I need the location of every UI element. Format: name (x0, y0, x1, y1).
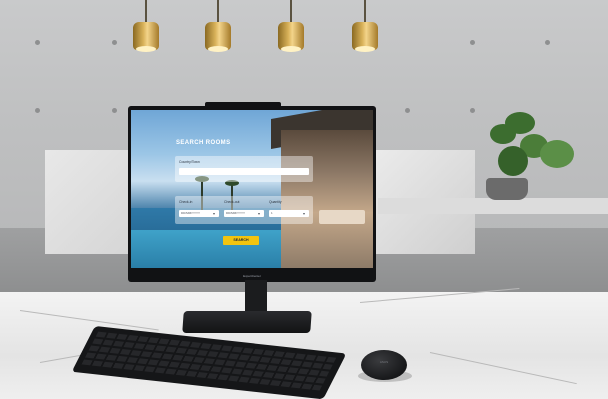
dates-panel: Check-in DD/MM/YYYY Check-out DD/MM/YYYY… (175, 196, 313, 224)
wall-bolt (545, 40, 550, 45)
checkout-label: Check-out (224, 200, 240, 204)
destination-input[interactable] (179, 168, 309, 175)
chevron-down-icon (213, 212, 215, 215)
search-rooms-title: SEARCH ROOMS (176, 140, 231, 146)
search-button[interactable]: SEARCH (223, 236, 259, 245)
monitor-stand-base (182, 311, 312, 333)
wall-bolt (35, 40, 40, 45)
wall-bolt (470, 108, 475, 113)
checkout-input[interactable]: DD/MM/YYYY (224, 210, 264, 217)
quantity-select[interactable]: 1 (269, 210, 309, 217)
villa-bed (319, 210, 365, 224)
wall-bolt (405, 108, 410, 113)
wall-bolt (112, 108, 117, 113)
wall-bolt (35, 108, 40, 113)
destination-label: Country/Town (179, 160, 200, 164)
quantity-label: Quantity (269, 200, 282, 204)
chevron-down-icon (258, 212, 260, 215)
back-shelf (378, 198, 608, 214)
wireless-mouse (361, 350, 407, 380)
monitor-screen: SEARCH ROOMS Country/Town Check-in DD/MM… (131, 110, 373, 268)
checkin-input[interactable]: DD/MM/YYYY (179, 210, 219, 217)
mouse-brand-logo: ASUS (379, 360, 389, 364)
desk-scene-photo: ExpertCenter SEARCH ROOMS Country/Town C… (0, 0, 608, 399)
checkin-label: Check-in (179, 200, 193, 204)
wall-bolt (112, 40, 117, 45)
wall-bolt (470, 40, 475, 45)
infinity-pool (131, 230, 291, 268)
destination-panel: Country/Town (175, 156, 313, 182)
chevron-down-icon (303, 212, 305, 215)
